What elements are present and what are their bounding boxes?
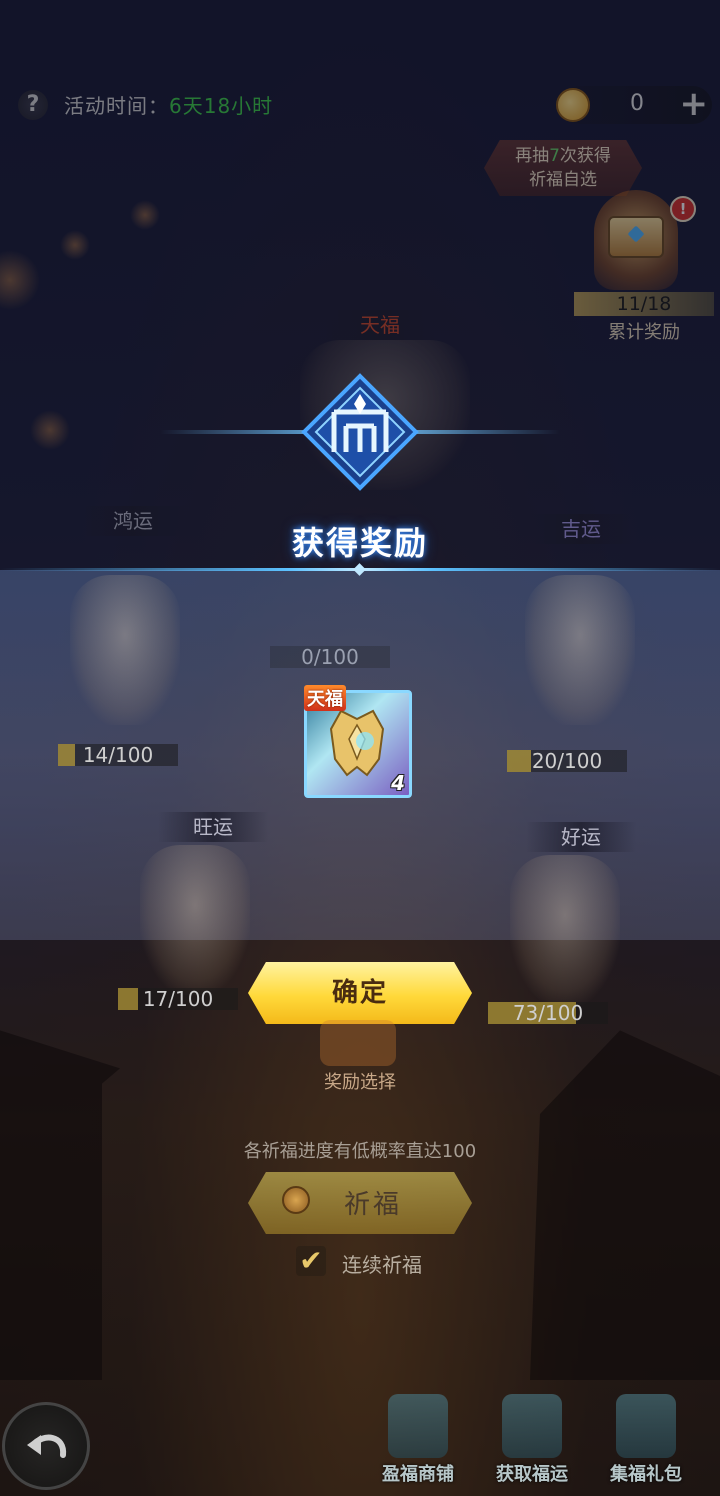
nav-get-luck[interactable]: 获取福运	[482, 1390, 582, 1490]
slot-title-wangyun: 旺运	[158, 812, 268, 842]
golden-wings-armor-icon	[329, 709, 385, 777]
pray-label: 祈福	[344, 1190, 403, 1220]
slot-lantern-wangyun	[140, 845, 250, 995]
continuous-pray-label: 连续祈福	[342, 1253, 422, 1277]
reward-select-icon[interactable]	[320, 1020, 396, 1066]
reward-item[interactable]: 天福 4	[304, 685, 412, 798]
lucky-charm-icon	[282, 1186, 310, 1214]
slot-lantern-jiyun	[525, 575, 635, 725]
confirm-button[interactable]: 确定	[248, 962, 472, 1024]
slot-progress-jiyun: 20/100	[507, 750, 627, 772]
slot-progress-tianfu: 0/100	[270, 646, 390, 668]
nav-gift-pack-label: 集福礼包	[610, 1464, 682, 1485]
shop-icon	[388, 1394, 448, 1458]
gift-icon	[616, 1394, 676, 1458]
hint-text: 各祈福进度有低概率直达100	[243, 1141, 477, 1162]
continuous-pray-checkbox[interactable]: ✔	[296, 1246, 326, 1276]
tier-tag: 天福	[304, 685, 346, 711]
slot-lantern-hongyun	[70, 575, 180, 725]
reward-title: 获得奖励	[291, 524, 428, 562]
nav-shop[interactable]: 盈福商铺	[368, 1390, 468, 1490]
book-icon	[502, 1394, 562, 1458]
slot-progress-fill	[58, 744, 75, 766]
slot-progress-haoyun: 73/100	[488, 1002, 608, 1024]
slot-progress-fill	[118, 988, 139, 1010]
nav-gift-pack[interactable]: 集福礼包	[596, 1390, 696, 1490]
slot-lantern-haoyun	[510, 855, 620, 1005]
item-count: 4	[391, 771, 405, 795]
nav-shop-label: 盈福商铺	[382, 1464, 454, 1485]
slot-progress-wangyun: 17/100	[118, 988, 238, 1010]
back-arrow-icon	[27, 1434, 67, 1458]
slot-title-haoyun: 好运	[526, 822, 636, 852]
slot-progress-fill	[507, 750, 531, 772]
reward-emblem-icon	[301, 373, 419, 491]
back-button[interactable]	[2, 1402, 90, 1490]
nav-get-luck-label: 获取福运	[496, 1464, 568, 1485]
pray-button[interactable]: 祈福	[248, 1172, 472, 1234]
slot-progress-hongyun: 14/100	[58, 744, 178, 766]
reward-select-label: 奖励选择	[324, 1072, 396, 1093]
